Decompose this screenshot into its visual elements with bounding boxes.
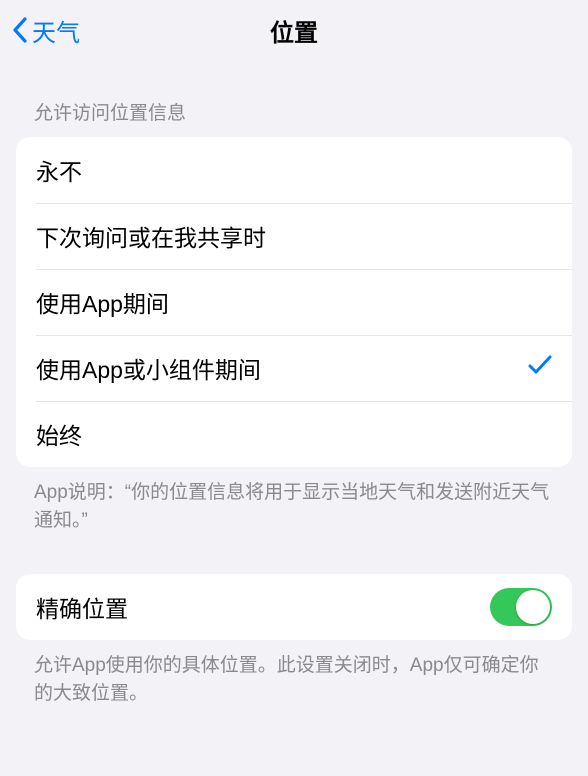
location-option-row[interactable]: 永不 — [16, 137, 572, 203]
nav-bar: 天气 位置 — [0, 0, 588, 60]
back-button[interactable]: 天气 — [12, 13, 80, 48]
location-access-header: 允许访问位置信息 — [0, 60, 588, 137]
location-option-row[interactable]: 始终 — [16, 401, 572, 467]
chevron-left-icon — [12, 17, 28, 43]
back-label: 天气 — [32, 13, 80, 48]
location-option-label: 使用App期间 — [36, 285, 169, 319]
location-option-label: 永不 — [36, 153, 82, 187]
precise-location-label: 精确位置 — [36, 590, 128, 624]
page-title: 位置 — [0, 13, 588, 48]
location-access-footer: App说明：“你的位置信息将用于显示当地天气和发送附近天气通知。” — [0, 467, 588, 534]
precise-location-footer: 允许App使用你的具体位置。此设置关闭时，App仅可确定你的大致位置。 — [0, 640, 588, 707]
precise-location-switch[interactable] — [490, 588, 552, 626]
location-option-label: 下次询问或在我共享时 — [36, 219, 266, 253]
location-option-row[interactable]: 使用App或小组件期间 — [16, 335, 572, 401]
location-option-row[interactable]: 下次询问或在我共享时 — [16, 203, 572, 269]
location-option-row[interactable]: 使用App期间 — [16, 269, 572, 335]
checkmark-icon — [528, 354, 552, 382]
precise-location-row: 精确位置 — [16, 574, 572, 640]
location-option-label: 始终 — [36, 417, 82, 451]
location-option-label: 使用App或小组件期间 — [36, 351, 261, 385]
precise-group: 精确位置 — [16, 574, 572, 640]
location-access-group: 永不下次询问或在我共享时使用App期间使用App或小组件期间始终 — [16, 137, 572, 467]
